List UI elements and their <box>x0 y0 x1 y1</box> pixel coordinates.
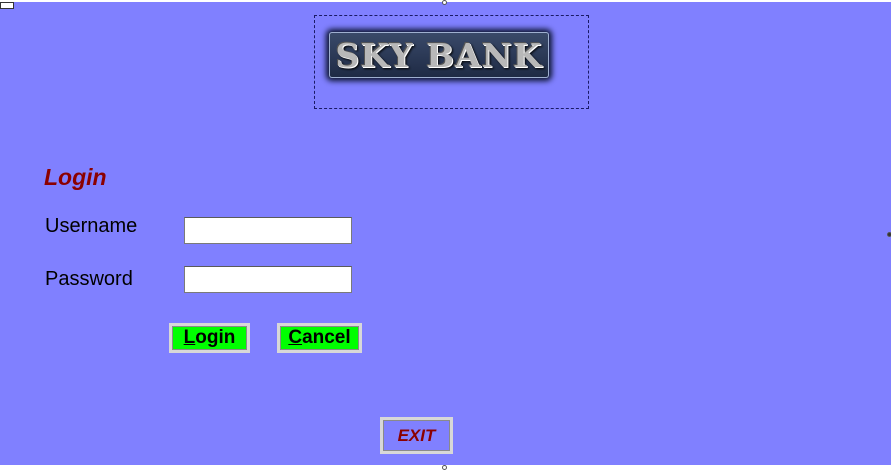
cancel-button-label: ancel <box>302 327 351 348</box>
cancel-button-mnemonic: C <box>288 327 303 348</box>
cancel-button[interactable]: Cancel <box>277 323 362 353</box>
logo-frame: SKY BANK <box>314 15 589 109</box>
resize-handle-top[interactable] <box>442 0 447 5</box>
login-button-mnemonic: L <box>183 327 196 348</box>
login-button-label: ogin <box>195 327 236 348</box>
resize-handle-right[interactable] <box>887 232 891 237</box>
login-heading: Login <box>44 164 107 190</box>
logo-text: SKY BANK <box>335 35 543 75</box>
sky-bank-logo: SKY BANK <box>329 32 549 78</box>
exit-button[interactable]: EXIT <box>380 417 453 454</box>
username-input[interactable] <box>184 217 352 244</box>
login-button[interactable]: Login <box>169 323 250 353</box>
password-input[interactable] <box>184 266 352 293</box>
password-label: Password <box>45 268 133 290</box>
move-handle-icon[interactable] <box>0 2 14 9</box>
login-form-surface: SKY BANK Login Username Password Login C… <box>0 0 891 470</box>
username-label: Username <box>45 215 138 237</box>
